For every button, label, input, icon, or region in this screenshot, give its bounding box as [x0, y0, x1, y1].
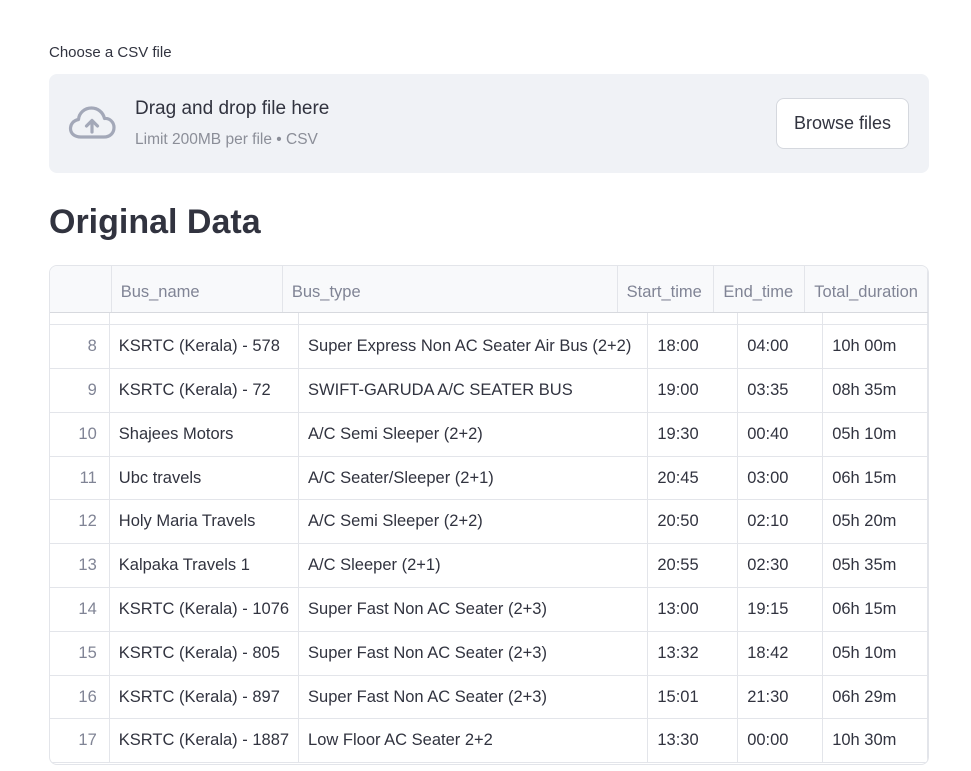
bus-type-cell[interactable]: A/C Sleeper (2+1) [298, 543, 649, 589]
end-time-cell[interactable]: 18:42 [737, 631, 824, 676]
end-time-cell[interactable]: 03:35 [737, 368, 824, 413]
column-header-start-time[interactable]: Start_time [617, 266, 715, 313]
row-index[interactable]: 9 [50, 368, 110, 413]
total-duration-cell[interactable]: 05h 35m [822, 543, 928, 589]
end-time-cell[interactable]: 03:00 [737, 456, 824, 501]
bus-name-cell[interactable]: KSRTC (Kerala) - 1076 [109, 587, 300, 632]
start-time-cell[interactable]: 19:30 [647, 412, 739, 457]
row-index[interactable]: 10 [50, 412, 110, 457]
dropzone-title: Drag and drop file here [135, 98, 330, 119]
total-duration-cell[interactable]: 06h 29m [822, 675, 928, 720]
bus-type-cell[interactable]: A/C Seater/Sleeper (2+1) [298, 456, 649, 501]
table-row[interactable]: 10 Shajees Motors A/C Semi Sleeper (2+2) 19… [50, 412, 928, 457]
bus-name-cell[interactable]: KSRTC (Kerala) - 805 [109, 631, 300, 676]
bus-type-cell[interactable]: Super Fast Non AC Seater (2+3) [298, 675, 649, 720]
bus-type-cell[interactable]: Super Express Non AC Seater Air Bus (2+2… [298, 324, 649, 370]
end-time-cell[interactable]: 00:40 [737, 412, 824, 457]
bus-type-cell[interactable]: SWIFT-GARUDA A/C SEATER BUS [298, 368, 649, 413]
table-row[interactable]: 12 Holy Maria Travels A/C Semi Sleeper (2+… [50, 499, 928, 545]
row-index[interactable]: 16 [50, 675, 110, 720]
start-time-cell[interactable]: 19:00 [647, 368, 739, 413]
end-time-cell[interactable]: 04:00 [737, 324, 824, 370]
table-row[interactable]: 14 KSRTC (Kerala) - 1076 Super Fast Non AC… [50, 587, 928, 632]
table-row[interactable]: 13 Kalpaka Travels 1 A/C Sleeper (2+1) 20:5… [50, 543, 928, 589]
table-row[interactable]: 16 KSRTC (Kerala) - 897 Super Fast Non AC … [50, 675, 928, 720]
end-time-cell[interactable]: 02:10 [737, 499, 824, 545]
start-time-cell[interactable]: 13:32 [647, 631, 739, 676]
end-time-cell[interactable]: 02:30 [737, 543, 824, 589]
section-title: Original Data [49, 203, 261, 241]
total-duration-cell[interactable]: 10h 00m [822, 324, 928, 370]
start-time-cell[interactable]: 13:30 [647, 718, 739, 764]
bus-name-cell[interactable]: KSRTC (Kerala) - 897 [109, 675, 300, 720]
bus-name-cell[interactable]: Holy Maria Travels [109, 499, 300, 545]
column-header-bus-type[interactable]: Bus_type [282, 266, 618, 313]
start-time-cell[interactable]: 20:45 [647, 456, 739, 501]
bus-type-cell[interactable]: Low Floor AC Seater 2+2 [298, 718, 649, 764]
end-time-cell[interactable]: 19:15 [737, 587, 824, 632]
row-index[interactable]: 11 [50, 456, 110, 501]
browse-files-button[interactable]: Browse files [776, 98, 909, 149]
column-header-end-time[interactable]: End_time [713, 266, 806, 313]
bus-name-cell[interactable]: Shajees Motors [109, 412, 300, 457]
bus-name-cell[interactable]: Ubc travels [109, 456, 300, 501]
table-row[interactable]: 11 Ubc travels A/C Seater/Sleeper (2+1) 20:… [50, 456, 928, 501]
start-time-cell[interactable]: 20:50 [647, 499, 739, 545]
table-row[interactable]: 15 KSRTC (Kerala) - 805 Super Fast Non AC … [50, 631, 928, 676]
uploader-label: Choose a CSV file [49, 44, 172, 61]
total-duration-cell[interactable]: 08h 35m [822, 368, 928, 413]
bus-name-cell[interactable]: Kalpaka Travels 1 [109, 543, 300, 589]
row-index[interactable]: 17 [50, 718, 110, 764]
row-index[interactable]: 13 [50, 543, 110, 589]
column-header-total-duration[interactable]: Total_duration [804, 266, 928, 313]
bus-type-cell[interactable]: Super Fast Non AC Seater (2+3) [298, 631, 649, 676]
bus-name-cell[interactable]: KSRTC (Kerala) - 72 [109, 368, 300, 413]
total-duration-cell[interactable]: 06h 15m [822, 587, 928, 632]
total-duration-cell[interactable]: 06h 15m [822, 456, 928, 501]
table-row[interactable]: 8 KSRTC (Kerala) - 578 Super Express Non A… [50, 324, 928, 370]
bus-name-cell[interactable]: KSRTC (Kerala) - 578 [109, 324, 300, 370]
row-index[interactable]: 12 [50, 499, 110, 545]
row-index[interactable]: 15 [50, 631, 110, 676]
cloud-upload-icon [68, 106, 116, 139]
bus-type-cell[interactable]: Super Fast Non AC Seater (2+3) [298, 587, 649, 632]
column-header-index[interactable] [50, 266, 112, 313]
total-duration-cell[interactable]: 10h 30m [822, 718, 928, 764]
data-table[interactable]: Bus_name Bus_type Start_time End_time To… [49, 265, 929, 765]
row-index[interactable]: 14 [50, 587, 110, 632]
start-time-cell[interactable]: 20:55 [647, 543, 739, 589]
bus-type-cell[interactable]: A/C Semi Sleeper (2+2) [298, 499, 649, 545]
bus-name-cell[interactable]: KSRTC (Kerala) - 1887 [109, 718, 300, 764]
table-body: 7KSRTC (Kerala) - 000Super Fast Non AC S… [50, 281, 928, 764]
end-time-cell[interactable]: 00:00 [737, 718, 824, 764]
column-header-bus-name[interactable]: Bus_name [111, 266, 283, 313]
end-time-cell[interactable]: 21:30 [737, 675, 824, 720]
file-dropzone[interactable]: Drag and drop file here Limit 200MB per … [49, 74, 929, 173]
dropzone-subtitle: Limit 200MB per file • CSV [135, 131, 318, 148]
total-duration-cell[interactable]: 05h 10m [822, 412, 928, 457]
total-duration-cell[interactable]: 05h 20m [822, 499, 928, 545]
start-time-cell[interactable]: 18:00 [647, 324, 739, 370]
table-row[interactable]: 9 KSRTC (Kerala) - 72 SWIFT-GARUDA A/C SEA… [50, 368, 928, 413]
row-index[interactable]: 8 [50, 324, 110, 370]
table-row[interactable]: 17 KSRTC (Kerala) - 1887 Low Floor AC Seat… [50, 718, 928, 764]
total-duration-cell[interactable]: 05h 10m [822, 631, 928, 676]
bus-type-cell[interactable]: A/C Semi Sleeper (2+2) [298, 412, 649, 457]
start-time-cell[interactable]: 13:00 [647, 587, 739, 632]
table-header: Bus_name Bus_type Start_time End_time To… [50, 266, 928, 313]
start-time-cell[interactable]: 15:01 [647, 675, 739, 720]
